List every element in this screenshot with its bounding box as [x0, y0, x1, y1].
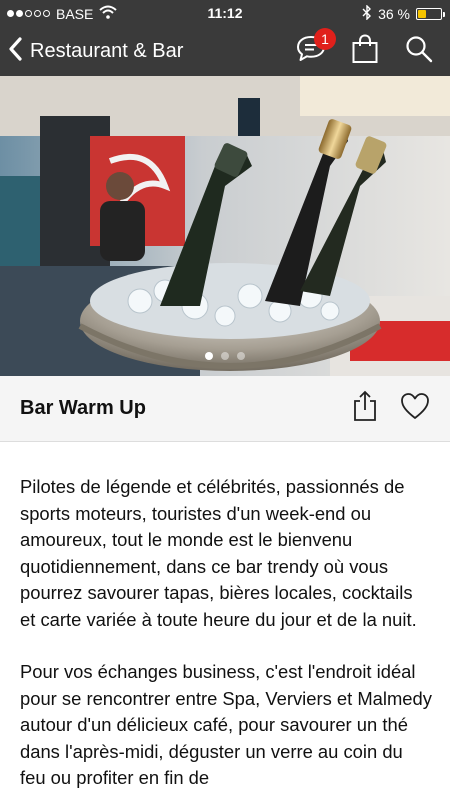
detail-header: Bar Warm Up — [0, 376, 450, 442]
place-title: Bar Warm Up — [20, 397, 146, 419]
nav-bar: Restaurant & Bar 1 — [0, 26, 450, 76]
status-right: 36 % — [362, 4, 445, 23]
hero-image[interactable] — [0, 76, 450, 376]
carousel-pager[interactable] — [0, 352, 450, 360]
search-button[interactable] — [402, 34, 436, 68]
status-bar: BASE 11:12 36 % — [0, 0, 450, 26]
bar-photo — [0, 76, 450, 376]
battery-percent: 36 % — [378, 6, 410, 22]
description: Pilotes de légende et célébrités, passio… — [20, 474, 432, 800]
battery-fill — [418, 10, 426, 18]
shopping-bag-icon — [351, 33, 379, 69]
search-icon — [405, 35, 433, 68]
notification-badge: 1 — [314, 28, 336, 50]
bluetooth-icon — [362, 4, 372, 23]
share-icon — [352, 390, 378, 427]
carousel-dot[interactable] — [237, 352, 245, 360]
chevron-left-icon — [8, 36, 24, 66]
battery-icon — [416, 8, 445, 20]
nav-actions: 1 — [294, 28, 436, 69]
description-paragraph: Pour vos échanges business, c'est l'endr… — [20, 661, 432, 788]
detail-actions — [348, 390, 432, 427]
chat-button[interactable]: 1 — [294, 28, 336, 68]
favorite-button[interactable] — [398, 391, 432, 425]
cart-button[interactable] — [348, 33, 382, 69]
description-paragraph: Pilotes de légende et célébrités, passio… — [20, 476, 417, 630]
back-button[interactable]: Restaurant & Bar — [8, 34, 183, 68]
share-button[interactable] — [348, 390, 382, 427]
heart-icon — [400, 392, 430, 425]
nav-title: Restaurant & Bar — [30, 39, 184, 62]
carousel-dot[interactable] — [221, 352, 229, 360]
carousel-dot[interactable] — [205, 352, 213, 360]
